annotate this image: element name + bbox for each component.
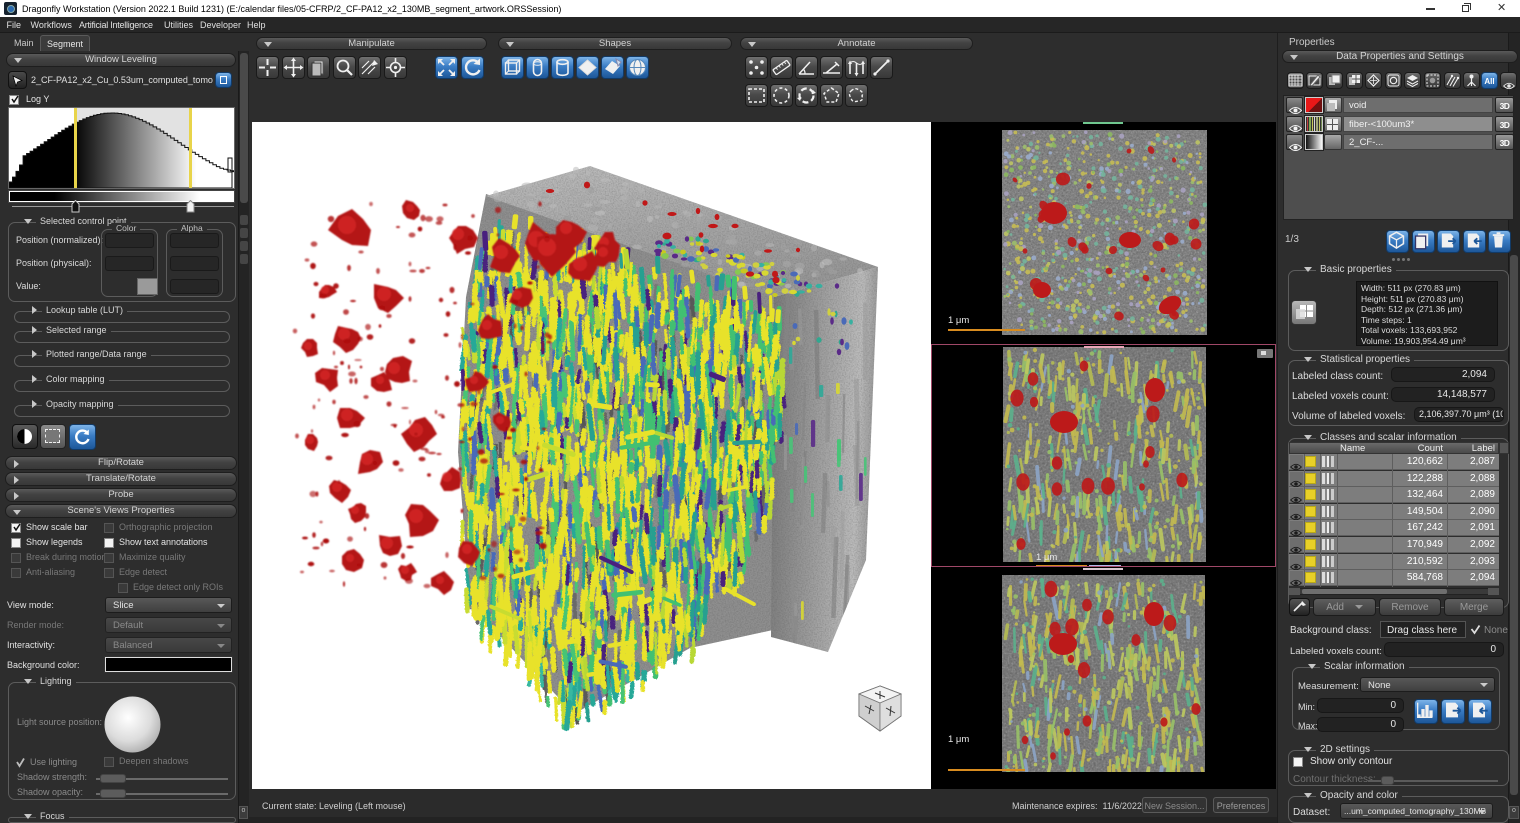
svg-text:1 μm: 1 μm [948,734,969,745]
svg-text:1 μm: 1 μm [948,315,969,326]
svg-text:1 μm: 1 μm [1036,552,1057,563]
